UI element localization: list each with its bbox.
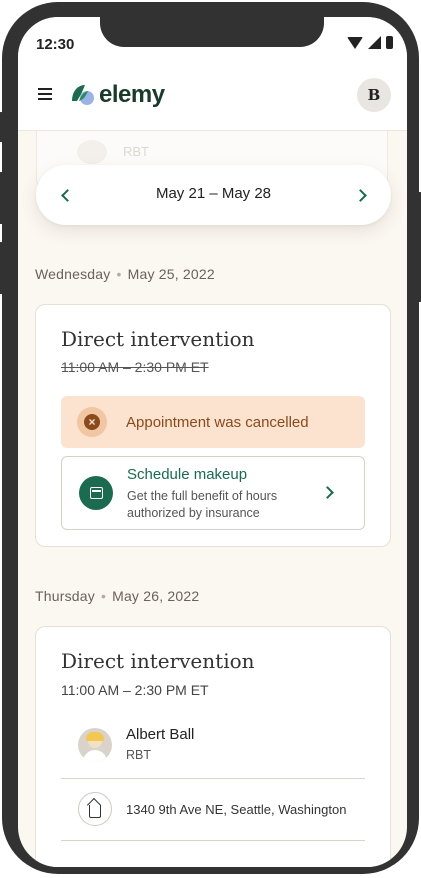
appointment-title: Direct intervention (61, 649, 255, 673)
wifi-icon (347, 36, 363, 49)
notch (100, 17, 324, 47)
schedule-content: RBT May 21 – May 28 Wednesday • May 25, 20… (18, 131, 407, 867)
logo: elemy (69, 81, 165, 109)
appointment-card-cancelled: Direct intervention 11:00 AM – 2:30 PM E… (35, 304, 391, 547)
cancel-x-icon: × (77, 407, 107, 437)
separator-dot: • (116, 266, 122, 282)
status-icons (347, 36, 393, 49)
schedule-makeup-button[interactable]: Schedule makeup Get the full benefit of … (61, 456, 365, 530)
logo-mark-icon (72, 85, 94, 105)
week-range-label: May 21 – May 28 (155, 185, 272, 202)
makeup-description: Get the full benefit of hours authorized… (127, 489, 278, 520)
status-time: 12:30 (36, 36, 75, 53)
provider-role: RBT (126, 748, 151, 762)
silent-switch (0, 112, 6, 142)
address-row: 1340 9th Ave NE, Seattle, Washington (61, 779, 365, 841)
address-text: 1340 9th Ave NE, Seattle, Washington (126, 802, 347, 817)
provider-row: Albert Ball RBT (61, 717, 365, 779)
signal-icon (368, 36, 381, 49)
appointment-title: Direct intervention (61, 327, 255, 351)
logo-text: elemy (99, 81, 165, 108)
day-header-thursday: Thursday • May 26, 2022 (35, 588, 199, 604)
provider-role: RBT (123, 144, 149, 159)
makeup-title: Schedule makeup (127, 466, 248, 483)
date-label: May 25, 2022 (127, 266, 215, 282)
battery-icon (386, 36, 393, 49)
home-icon (78, 792, 112, 826)
appointment-card[interactable]: Direct intervention 11:00 AM – 2:30 PM E… (35, 626, 391, 867)
cancelled-banner: × Appointment was cancelled (61, 396, 365, 448)
appointment-time: 11:00 AM – 2:30 PM ET (61, 359, 209, 375)
volume-up-button (0, 172, 6, 224)
calendar-icon (79, 476, 113, 510)
week-navigator: May 21 – May 28 (36, 165, 391, 225)
cancelled-message: Appointment was cancelled (126, 414, 309, 431)
appointment-time: 11:00 AM – 2:30 PM ET (61, 682, 209, 698)
account-avatar-button[interactable]: B (357, 78, 391, 112)
phone-frame: 12:30 elemy B RBT May 21 – May 28 Wednes… (0, 2, 421, 874)
provider-avatar (77, 140, 107, 164)
volume-down-button (0, 242, 6, 294)
screen: 12:30 elemy B RBT May 21 – May 28 Wednes… (18, 17, 407, 867)
next-week-button[interactable] (350, 183, 374, 207)
power-button (415, 192, 421, 302)
day-header-wednesday: Wednesday • May 25, 2022 (35, 266, 215, 282)
chevron-right-icon (353, 188, 367, 202)
date-label: May 26, 2022 (112, 588, 200, 604)
menu-icon[interactable] (38, 88, 52, 100)
weekday-label: Wednesday (35, 266, 111, 282)
provider-avatar (78, 728, 112, 762)
weekday-label: Thursday (35, 588, 95, 604)
provider-name: Albert Ball (126, 726, 195, 743)
status-bar: 12:30 (18, 17, 407, 69)
separator-dot: • (100, 588, 107, 604)
app-header: elemy B (18, 69, 407, 131)
